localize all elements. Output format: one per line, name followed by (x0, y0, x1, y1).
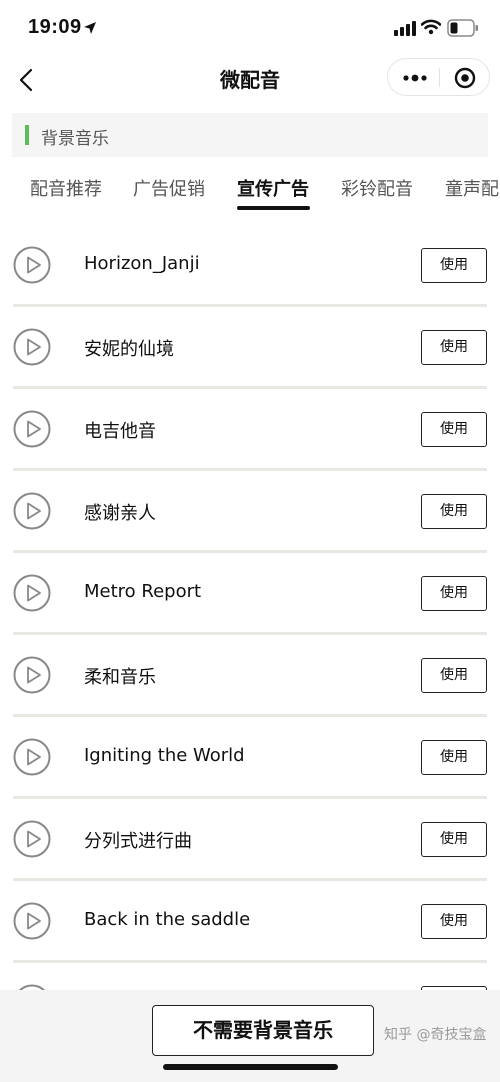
location-arrow-icon (83, 20, 97, 39)
play-icon[interactable] (13, 820, 51, 858)
track-name: 安妮的仙境 (84, 339, 174, 360)
no-background-music-button[interactable]: 不需要背景音乐 (152, 1005, 374, 1056)
use-button[interactable]: 使用 (421, 330, 487, 365)
track-name: 分列式进行曲 (84, 831, 192, 852)
track-name: Back in the saddle (84, 909, 251, 930)
track-name: 柔和音乐 (84, 667, 156, 688)
category-tabs: 配音推荐 广告促销 宣传广告 彩铃配音 童声配 (0, 158, 500, 218)
track-name: Horizon_Janji (84, 253, 200, 274)
list-item: Igniting the World 使用 (0, 716, 500, 799)
battery-icon (447, 19, 479, 41)
more-dots-icon[interactable] (402, 69, 428, 91)
list-item: 安妮的仙境 使用 (0, 306, 500, 389)
list-item: Horizon_Janji 使用 (0, 224, 500, 307)
capsule-divider (439, 68, 440, 87)
list-item: Metro Report 使用 (0, 552, 500, 635)
tab-child-voice[interactable]: 童声配 (445, 175, 499, 201)
list-item: 分列式进行曲 使用 (0, 798, 500, 881)
play-icon[interactable] (13, 410, 51, 448)
list-item: 感谢亲人 使用 (0, 470, 500, 553)
track-name: 感谢亲人 (84, 503, 156, 524)
tab-ad-promotion[interactable]: 广告促销 (133, 175, 205, 201)
track-name: Metro Report (84, 581, 202, 602)
use-button[interactable]: 使用 (421, 740, 487, 775)
tab-dubbing-recommend[interactable]: 配音推荐 (30, 175, 102, 201)
tab-promo-ads[interactable]: 宣传广告 (237, 175, 309, 201)
track-name: Igniting the World (84, 745, 245, 766)
play-icon[interactable] (13, 246, 51, 284)
miniprogram-capsule (387, 58, 490, 96)
list-item: Back in the saddle 使用 (0, 880, 500, 963)
track-name: 电吉他音 (84, 421, 156, 442)
list-item: 电吉他音 使用 (0, 388, 500, 471)
close-target-icon[interactable] (454, 67, 476, 93)
play-icon[interactable] (13, 492, 51, 530)
play-icon[interactable] (13, 328, 51, 366)
section-title: 背景音乐 (41, 129, 109, 149)
use-button[interactable]: 使用 (421, 658, 487, 693)
play-icon[interactable] (13, 902, 51, 940)
status-bar: 19:09 (0, 0, 500, 58)
status-time: 19:09 (28, 16, 82, 38)
use-button[interactable]: 使用 (421, 412, 487, 447)
use-button[interactable]: 使用 (421, 248, 487, 283)
play-icon[interactable] (13, 574, 51, 612)
use-button[interactable]: 使用 (421, 822, 487, 857)
watermark: 知乎 @奇技宝盒 (384, 1027, 487, 1043)
use-button[interactable]: 使用 (421, 576, 487, 611)
section-header: 背景音乐 (12, 113, 488, 157)
active-tab-indicator (237, 206, 310, 210)
nav-bar: 微配音 (0, 58, 500, 100)
list-item: 柔和音乐 使用 (0, 634, 500, 717)
wifi-icon (420, 19, 442, 39)
tab-ringtone-dubbing[interactable]: 彩铃配音 (341, 175, 413, 201)
use-button[interactable]: 使用 (421, 904, 487, 939)
play-icon[interactable] (13, 656, 51, 694)
play-icon[interactable] (13, 738, 51, 776)
use-button[interactable]: 使用 (421, 494, 487, 529)
cellular-signal-icon (394, 20, 416, 40)
home-indicator (163, 1064, 338, 1070)
section-accent-bar (25, 125, 29, 145)
